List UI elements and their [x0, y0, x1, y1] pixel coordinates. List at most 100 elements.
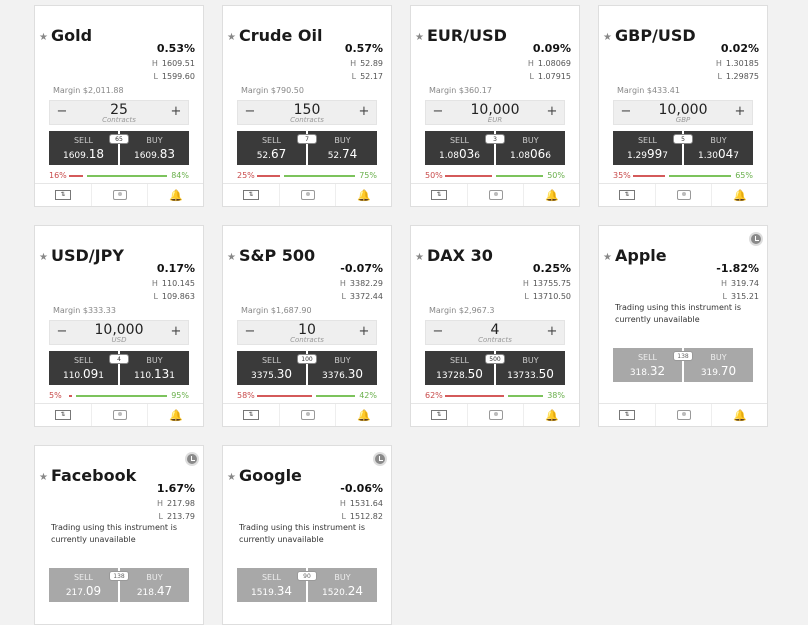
star-icon[interactable]: ★ [227, 472, 236, 483]
instrument-name[interactable]: USD/JPY [51, 246, 124, 265]
footer-trade-button[interactable]: ⇅ [35, 184, 91, 206]
quantity-stepper[interactable]: −4 Contracts + [425, 320, 565, 345]
buy-button[interactable]: BUY 1609.83 [120, 131, 189, 165]
increase-button[interactable]: + [544, 324, 560, 339]
quantity-stepper[interactable]: −10,000 GBP + [613, 100, 753, 125]
buy-sentiment-fill [669, 175, 731, 177]
instrument-card-gold[interactable]: ★ Gold 0.53% H 1609.51 L 1599.60 Margin $2,011.… [34, 5, 204, 207]
footer-bell-button[interactable]: 🔔 [711, 184, 768, 206]
trade-buttons: SELL 1.08036 BUY 1.08066 3 [425, 131, 565, 165]
quantity-stepper[interactable]: −25 Contracts + [49, 100, 189, 125]
increase-button[interactable]: + [168, 104, 184, 119]
footer-chart-button[interactable] [655, 184, 712, 206]
footer-bell-button[interactable]: 🔔 [147, 184, 204, 206]
bell-icon: 🔔 [169, 408, 183, 422]
buy-button[interactable]: BUY 1.08066 [496, 131, 565, 165]
sell-button[interactable]: SELL 110.091 [49, 351, 118, 385]
instrument-card-dax30[interactable]: ★ DAX 30 0.25% H 13755.75 L 13710.50 Margin $2,… [410, 225, 580, 427]
increase-button[interactable]: + [168, 324, 184, 339]
quantity-stepper[interactable]: −10 Contracts + [237, 320, 377, 345]
increase-button[interactable]: + [732, 104, 748, 119]
footer-trade-button[interactable]: ⇅ [223, 404, 279, 426]
clock-icon[interactable] [185, 452, 199, 466]
clock-icon[interactable] [373, 452, 387, 466]
buy-button[interactable]: BUY 3376.30 [308, 351, 377, 385]
spread-badge: 500 [485, 354, 505, 364]
sell-button[interactable]: SELL 1.08036 [425, 131, 494, 165]
instrument-name[interactable]: Crude Oil [239, 26, 322, 45]
instrument-name[interactable]: S&P 500 [239, 246, 315, 265]
footer-trade-button[interactable]: ⇅ [599, 184, 655, 206]
quantity-stepper[interactable]: −150 Contracts + [237, 100, 377, 125]
change-percent: -1.82% [716, 262, 759, 275]
star-icon[interactable]: ★ [603, 252, 612, 263]
footer-chart-button[interactable] [279, 404, 336, 426]
footer-trade-button[interactable]: ⇅ [411, 404, 467, 426]
quantity-stepper[interactable]: −10,000 USD + [49, 320, 189, 345]
quantity-stepper[interactable]: −10,000 EUR + [425, 100, 565, 125]
increase-button[interactable]: + [356, 324, 372, 339]
instrument-name[interactable]: GBP/USD [615, 26, 696, 45]
buy-label: BUY [334, 356, 351, 365]
footer-trade-button[interactable]: ⇅ [35, 404, 91, 426]
clock-icon[interactable] [749, 232, 763, 246]
star-icon[interactable]: ★ [603, 32, 612, 43]
star-icon[interactable]: ★ [415, 32, 424, 43]
footer-chart-button[interactable] [655, 404, 712, 426]
sell-button[interactable]: SELL 1609.18 [49, 131, 118, 165]
footer-trade-button[interactable]: ⇅ [599, 404, 655, 426]
sell-button[interactable]: SELL 3375.30 [237, 351, 306, 385]
increase-button[interactable]: + [356, 104, 372, 119]
instrument-card-eurusd[interactable]: ★ EUR/USD 0.09% H 1.08069 L 1.07915 Margin $360… [410, 5, 580, 207]
sell-button[interactable]: SELL 1.29997 [613, 131, 682, 165]
high-label: H [339, 499, 346, 508]
star-icon[interactable]: ★ [39, 252, 48, 263]
footer-bell-button[interactable]: 🔔 [523, 184, 580, 206]
star-icon[interactable]: ★ [415, 252, 424, 263]
instrument-card-gbpusd[interactable]: ★ GBP/USD 0.02% H 1.30185 L 1.29875 Margin $433… [598, 5, 768, 207]
instrument-name[interactable]: Apple [615, 246, 667, 265]
buy-button[interactable]: BUY 52.74 [308, 131, 377, 165]
instrument-card-apple[interactable]: ★ Apple -1.82% H 319.74 L 315.21 Trading using … [598, 225, 768, 427]
buy-button[interactable]: BUY 110.131 [120, 351, 189, 385]
instrument-card-sp500[interactable]: ★ S&P 500 -0.07% H 3382.29 L 3372.44 Margin $1,… [222, 225, 392, 427]
instrument-card-google[interactable]: ★ Google -0.06% H 1531.64 L 1512.82 Trading usi… [222, 445, 392, 625]
footer-trade-button[interactable]: ⇅ [223, 184, 279, 206]
sentiment-track [633, 175, 731, 177]
instrument-name[interactable]: Facebook [51, 466, 136, 485]
buy-price-main: 1.08 [509, 151, 531, 161]
instrument-name[interactable]: DAX 30 [427, 246, 493, 265]
instrument-card-usdjpy[interactable]: ★ USD/JPY 0.17% H 110.145 L 109.863 Margin $333… [34, 225, 204, 427]
sentiment-bar: 25% 75% [237, 171, 377, 181]
footer-bell-button[interactable]: 🔔 [711, 404, 768, 426]
footer-bell-button[interactable]: 🔔 [147, 404, 204, 426]
low-number: 52.17 [360, 72, 383, 81]
buy-button[interactable]: BUY 1.30047 [684, 131, 753, 165]
footer-chart-button[interactable] [279, 184, 336, 206]
instrument-name[interactable]: EUR/USD [427, 26, 507, 45]
star-icon[interactable]: ★ [39, 472, 48, 483]
footer-bell-button[interactable]: 🔔 [523, 404, 580, 426]
footer-chart-button[interactable] [91, 184, 148, 206]
footer-trade-button[interactable]: ⇅ [411, 184, 467, 206]
sell-sentiment-fill [633, 175, 665, 177]
footer-chart-button[interactable] [91, 404, 148, 426]
footer-bell-button[interactable]: 🔔 [335, 404, 392, 426]
instrument-card-facebook[interactable]: ★ Facebook 1.67% H 217.98 L 213.79 Trading usin… [34, 445, 204, 625]
star-icon[interactable]: ★ [227, 32, 236, 43]
buy-price-main: 1609. [133, 151, 160, 161]
instrument-name[interactable]: Gold [51, 26, 92, 45]
change-percent: -0.06% [340, 482, 383, 495]
buy-button[interactable]: BUY 13733.50 [496, 351, 565, 385]
star-icon[interactable]: ★ [227, 252, 236, 263]
sell-button[interactable]: SELL 13728.50 [425, 351, 494, 385]
sell-button[interactable]: SELL 52.67 [237, 131, 306, 165]
instrument-card-crude[interactable]: ★ Crude Oil 0.57% H 52.89 L 52.17 Margin $790.5… [222, 5, 392, 207]
footer-bell-button[interactable]: 🔔 [335, 184, 392, 206]
increase-button[interactable]: + [544, 104, 560, 119]
change-percent: -0.07% [340, 262, 383, 275]
star-icon[interactable]: ★ [39, 32, 48, 43]
footer-chart-button[interactable] [467, 404, 524, 426]
instrument-name[interactable]: Google [239, 466, 302, 485]
footer-chart-button[interactable] [467, 184, 524, 206]
